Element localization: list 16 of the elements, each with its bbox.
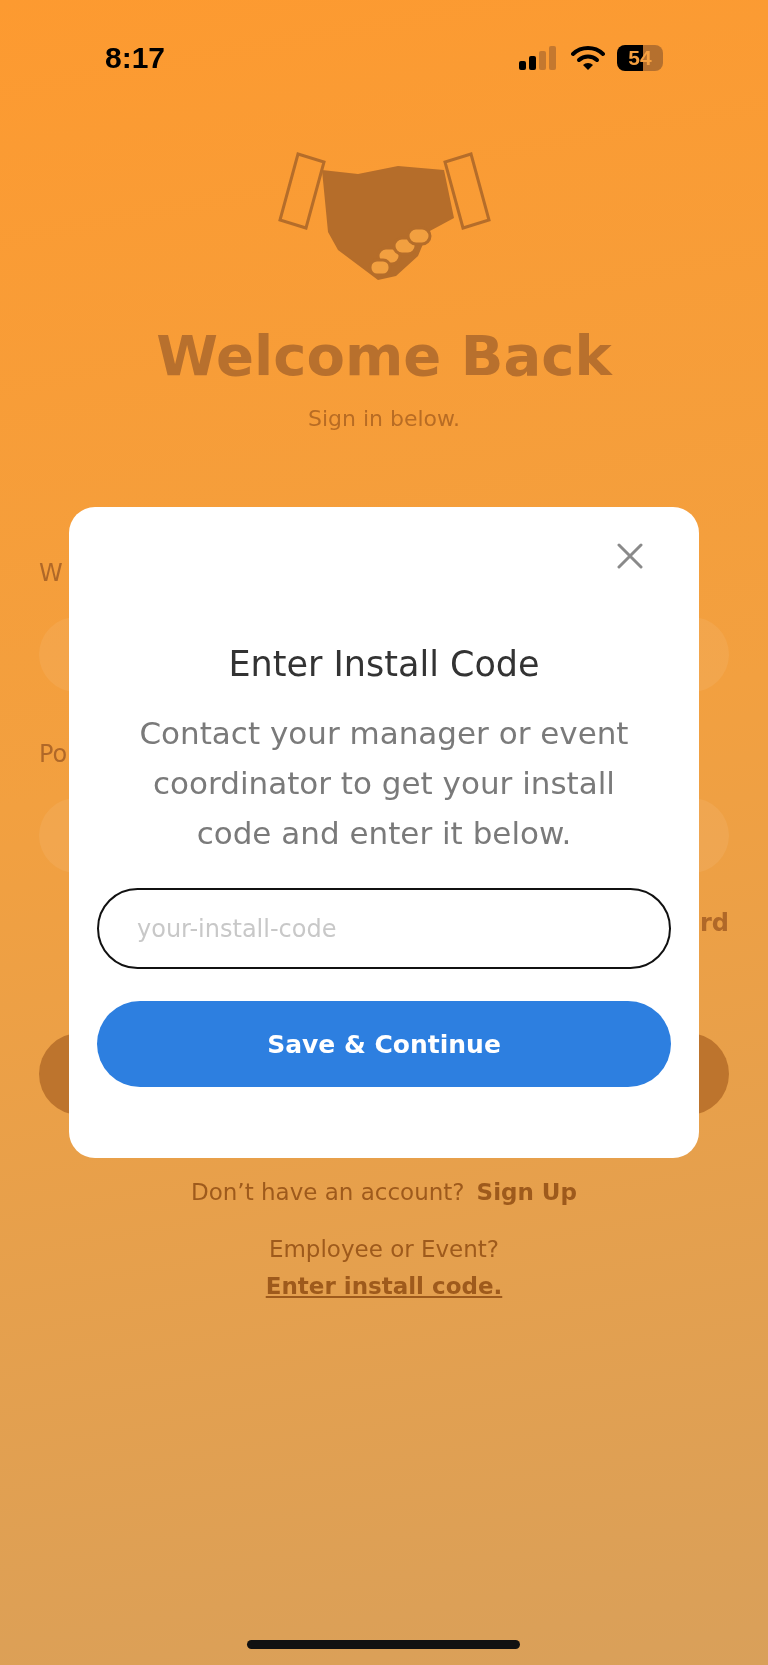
save-continue-button[interactable]: Save & Continue bbox=[97, 1001, 671, 1087]
install-prompt: Employee or Event? bbox=[268, 1235, 500, 1263]
dialog-message: Contact your manager or event coordinator to get your install code and enter it below. bbox=[138, 714, 630, 853]
status-time: 8:17 bbox=[105, 40, 166, 75]
welcome-subtitle: Sign in below. bbox=[307, 405, 461, 433]
dialog-title: Enter Install Code bbox=[228, 644, 540, 684]
field-label: W bbox=[39, 558, 63, 588]
field-label: Po bbox=[39, 739, 68, 769]
signup-link[interactable]: Sign Up bbox=[476, 1178, 577, 1206]
signup-prompt: Don’t have an account? bbox=[191, 1178, 465, 1206]
install-code-link[interactable]: Enter install code. bbox=[265, 1273, 503, 1299]
wifi-icon bbox=[571, 45, 605, 70]
close-icon[interactable] bbox=[617, 543, 643, 569]
welcome-title: Welcome Back bbox=[156, 322, 612, 390]
forgot-link[interactable]: rd bbox=[700, 908, 729, 938]
signal-icon bbox=[519, 45, 559, 70]
